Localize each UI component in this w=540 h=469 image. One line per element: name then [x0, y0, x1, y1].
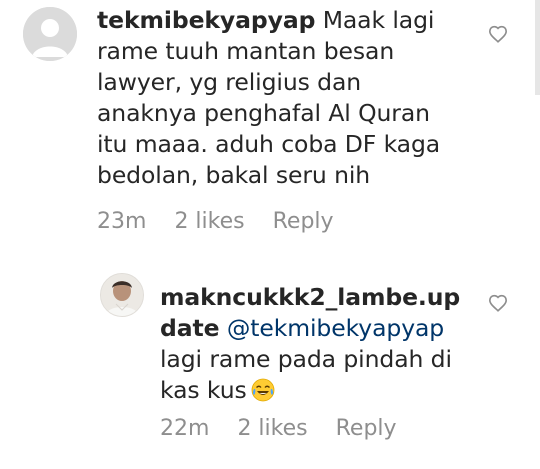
- comment-line: bedolan, bakal seru nih: [97, 161, 371, 189]
- heart-outline-icon[interactable]: [488, 294, 508, 312]
- comment-line: lagi rame pada pindah di: [160, 345, 452, 373]
- comment-line: lawyer, yg religius dan: [97, 68, 362, 96]
- reply-meta: 22m 2 likes Reply: [160, 416, 397, 441]
- comment-line: rame tuuh mantan besan: [97, 37, 395, 65]
- default-avatar-icon[interactable]: [23, 7, 77, 61]
- comment-username[interactable]: tekmibekyapyap: [97, 6, 315, 34]
- reply-button[interactable]: Reply: [273, 209, 334, 234]
- likes-count[interactable]: 2 likes: [237, 416, 307, 441]
- heart-outline-icon[interactable]: [488, 25, 508, 43]
- likes-count[interactable]: 2 likes: [174, 209, 244, 234]
- comment-text: tekmibekyapyap Maak lagi rame tuuh manta…: [97, 5, 457, 191]
- reply-button[interactable]: Reply: [336, 416, 397, 441]
- reply-username[interactable]: makncukkk2_lambe.up: [160, 283, 460, 311]
- face-with-tears-of-joy-emoji: [251, 378, 275, 402]
- comment-meta: 23m 2 likes Reply: [97, 209, 334, 234]
- comment-line: anaknya penghafal Al Quran: [97, 99, 430, 127]
- reply-username-cont[interactable]: date: [160, 314, 220, 342]
- comment-line: itu maaa. aduh coba DF kaga: [97, 130, 441, 158]
- comment-timestamp: 23m: [97, 209, 147, 234]
- comment-timestamp: 22m: [160, 416, 210, 441]
- reply-text: makncukkk2_lambe.up date @tekmibekyapyap…: [160, 282, 470, 406]
- comment-line: kas kus: [160, 376, 247, 404]
- profile-photo[interactable]: [100, 273, 144, 317]
- scrollbar[interactable]: [535, 0, 540, 95]
- mention-link[interactable]: @tekmibekyapyap: [227, 314, 444, 342]
- comment-line: Maak lagi: [322, 6, 435, 34]
